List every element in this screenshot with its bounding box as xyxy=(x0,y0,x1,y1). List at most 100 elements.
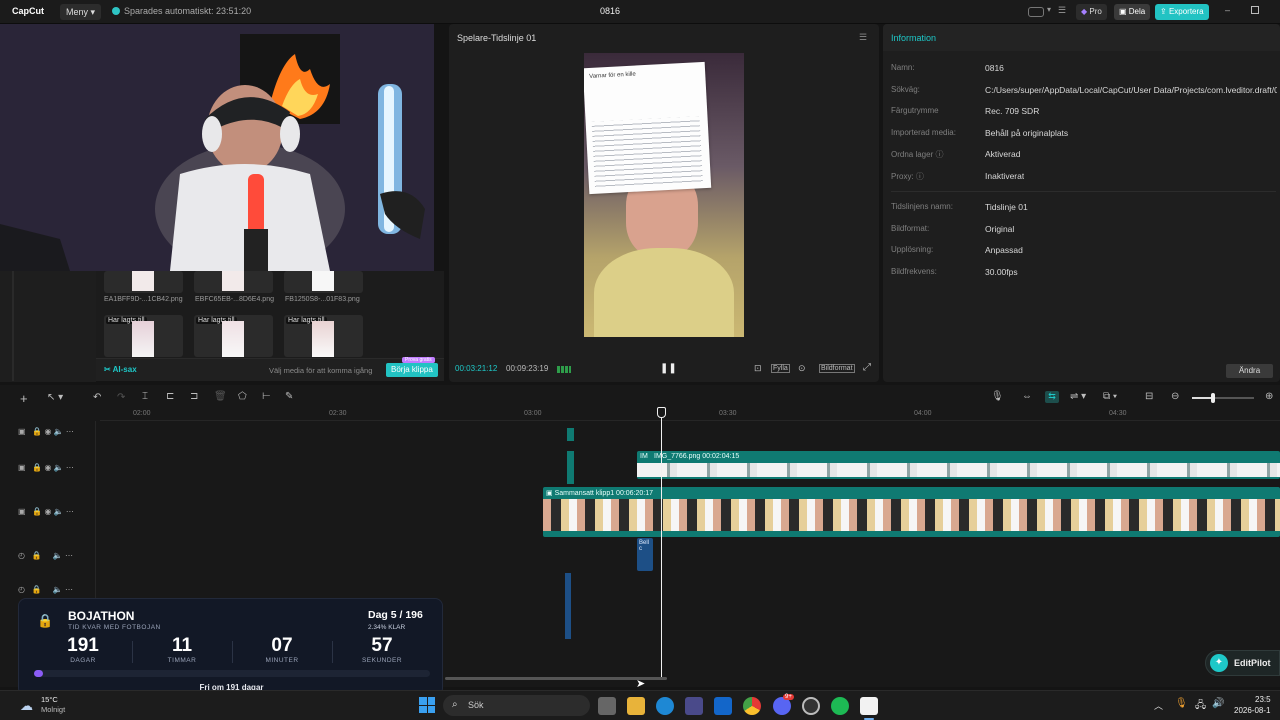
progress-fill xyxy=(34,670,44,677)
media-thumb-3[interactable] xyxy=(284,271,363,293)
compound-clip[interactable]: ▣ Sammansatt klipp1 00:06:20:17 xyxy=(543,487,1280,537)
more-icon[interactable]: ⋯ xyxy=(65,551,73,560)
snapshot-icon[interactable]: ⊙ xyxy=(798,363,806,374)
lock-icon[interactable]: 🔒 xyxy=(32,585,42,594)
undo-icon[interactable]: ↶ xyxy=(93,392,101,403)
small-clip[interactable] xyxy=(567,428,574,441)
delete-icon[interactable]: 🗑 xyxy=(214,391,227,402)
share-button[interactable]: ▣ Dela xyxy=(1114,4,1151,20)
zoom-slider-handle[interactable] xyxy=(1211,393,1215,403)
pause-icon[interactable]: ❚❚ xyxy=(660,363,677,374)
zoom-slider[interactable] xyxy=(1192,393,1254,403)
speaker-icon[interactable]: 🔈 xyxy=(53,585,63,594)
marker-icon[interactable]: ⬠ xyxy=(238,391,247,402)
search-box[interactable]: ⌕ Sök xyxy=(443,695,590,716)
layout-dropdown-icon[interactable]: ▾ xyxy=(1047,5,1051,14)
track-header-5: ◴ 🔒 🔈 ⋯ xyxy=(18,585,73,594)
aspect-ratio-button[interactable]: Bildformat xyxy=(819,364,855,373)
zoom-out-icon[interactable]: ⊖ xyxy=(1171,391,1179,402)
small-clip[interactable] xyxy=(567,451,574,484)
zoom-fit-icon[interactable]: ⊟ xyxy=(1145,391,1153,402)
trim-right-icon[interactable]: ⊐ xyxy=(190,391,198,402)
microphone-icon[interactable]: 🎙 xyxy=(991,391,1004,402)
more-icon[interactable]: ⋯ xyxy=(66,463,74,472)
app-logo: CapCut xyxy=(12,6,44,16)
redo-icon[interactable]: ↷ xyxy=(117,392,125,403)
image-clip[interactable]: IM IMG_7766.png 00:02:04:15 xyxy=(637,451,1280,479)
tray-chevron-icon[interactable]: ︿ xyxy=(1154,699,1163,712)
obs-icon[interactable] xyxy=(802,697,820,715)
time-ruler[interactable]: 02:00 02:30 03:00 03:30 04:00 04:30 xyxy=(100,407,1280,421)
media-thumb-5[interactable]: Har lagts till xyxy=(194,315,273,357)
seconds-label: SEKUNDER xyxy=(361,657,403,664)
select-tool-icon[interactable]: ↖ ▾ xyxy=(47,392,63,403)
trim-left-icon[interactable]: ⊏ xyxy=(166,391,174,402)
ai-cut-button[interactable]: ✂ AI-sax xyxy=(104,365,137,374)
settings-icon[interactable]: ☰ xyxy=(1058,5,1066,16)
menu-button[interactable]: Meny ▾ xyxy=(60,4,102,20)
media-thumb-1[interactable] xyxy=(104,271,183,293)
lock-icon[interactable]: 🔒 xyxy=(32,463,42,472)
playhead[interactable] xyxy=(661,407,662,677)
audio-clip[interactable]: Bell c xyxy=(637,538,653,571)
store-icon[interactable] xyxy=(685,697,703,715)
pro-button[interactable]: ◆ Pro xyxy=(1076,4,1107,20)
more-icon[interactable]: ⋯ xyxy=(65,585,73,594)
speaker-icon[interactable]: 🔈 xyxy=(54,463,64,472)
volume-icon[interactable]: 🔊 xyxy=(1212,698,1224,709)
weather-icon[interactable]: ☁ xyxy=(20,698,33,714)
timeline-scrollbar[interactable] xyxy=(445,677,667,680)
zoom-in-icon[interactable]: ⊕ xyxy=(1265,391,1273,402)
audio-clip-small[interactable] xyxy=(565,573,571,639)
fullscreen-icon[interactable]: ⤢ xyxy=(863,362,871,373)
lock-icon[interactable]: 🔒 xyxy=(32,551,42,560)
eye-icon[interactable]: ◉ xyxy=(44,463,51,472)
capcut-icon[interactable] xyxy=(860,697,878,715)
change-button[interactable]: Ändra xyxy=(1226,364,1273,378)
export-button[interactable]: ⇪ Exportera xyxy=(1155,4,1209,20)
media-thumb-4[interactable]: Har lagts till xyxy=(104,315,183,357)
eye-icon[interactable]: ◉ xyxy=(44,427,51,436)
mic-tray-icon[interactable]: 🎙 xyxy=(1175,698,1188,709)
preview-axis-icon[interactable]: ⇌ ▾ xyxy=(1070,391,1086,402)
lock-icon[interactable]: 🔒 xyxy=(32,427,42,436)
network-icon[interactable]: 🖧 xyxy=(1195,698,1206,715)
draw-icon[interactable]: ✎ xyxy=(285,391,293,402)
magnet-icon[interactable]: ⇆ xyxy=(1045,391,1059,403)
player-menu-icon[interactable]: ☰ xyxy=(859,32,867,43)
minimize-icon[interactable]: – xyxy=(1225,5,1230,15)
more-icon[interactable]: ⋯ xyxy=(66,427,74,436)
editpilot-button[interactable]: ✦ EditPilot xyxy=(1205,650,1280,676)
webcam-overlay xyxy=(0,24,434,271)
split-icon[interactable]: ⌶ xyxy=(142,391,148,402)
speaker-icon[interactable]: 🔈 xyxy=(54,507,64,516)
spotify-icon[interactable] xyxy=(831,697,849,715)
file-explorer-icon[interactable] xyxy=(627,697,645,715)
clock-date: 2026-08-1 xyxy=(1234,706,1271,715)
edge-icon[interactable] xyxy=(656,697,674,715)
audio-link-icon[interactable]: ⧉ ▾ xyxy=(1103,391,1117,402)
add-track-icon[interactable]: + xyxy=(20,391,28,406)
start-button[interactable] xyxy=(419,697,435,713)
freeze-icon[interactable]: ⊢ xyxy=(262,391,271,402)
outlook-icon[interactable] xyxy=(714,697,732,715)
media-thumb-6[interactable]: Har lagts till xyxy=(284,315,363,357)
ratio-lock-icon[interactable]: ⊡ xyxy=(754,363,762,374)
lock-icon[interactable]: 🔒 xyxy=(32,507,42,516)
eye-icon[interactable]: ◉ xyxy=(44,507,51,516)
fit-button[interactable]: Fylla xyxy=(771,364,790,373)
link-icon[interactable]: ⇔ xyxy=(1022,391,1032,402)
thumb-image xyxy=(132,271,154,291)
task-view-icon[interactable] xyxy=(598,697,616,715)
video-preview[interactable]: Varnar för en kille xyxy=(584,53,744,337)
layout-icon[interactable] xyxy=(1028,7,1044,17)
chrome-icon[interactable] xyxy=(743,697,761,715)
speaker-icon[interactable]: 🔈 xyxy=(53,551,63,560)
start-editing-button[interactable]: Börja klippa xyxy=(386,363,438,377)
speaker-icon[interactable]: 🔈 xyxy=(54,427,64,436)
media-thumb-2[interactable] xyxy=(194,271,273,293)
playhead-handle[interactable] xyxy=(657,407,666,418)
maximize-icon[interactable] xyxy=(1251,6,1259,14)
more-icon[interactable]: ⋯ xyxy=(66,507,74,516)
days-value: 191 xyxy=(67,635,99,656)
